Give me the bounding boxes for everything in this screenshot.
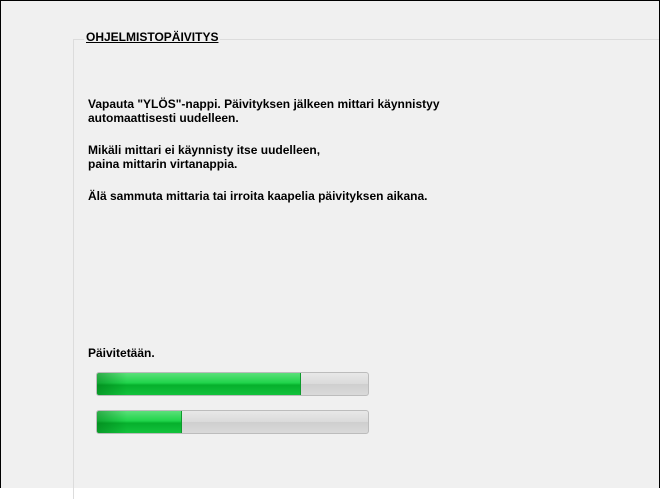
update-window: OHJELMISTOPÄIVITYS Vapauta "YLÖS"-nappi.…: [0, 0, 660, 499]
instruction-line-2: automaattisesti uudelleen.: [88, 111, 239, 125]
instruction-line-1: Vapauta "YLÖS"-nappi. Päivityksen jälkee…: [88, 97, 440, 111]
progress-bar-current: [96, 410, 369, 434]
instruction-line-4: paina mittarin virtanappia.: [88, 157, 238, 171]
progress-fill-overall: [97, 373, 302, 395]
progress-fill-current: [97, 411, 182, 433]
instruction-line-3: Mikäli mittari ei käynnisty itse uudelle…: [88, 143, 321, 157]
progress-bar-overall: [96, 372, 369, 396]
warning-text: Älä sammuta mittaria tai irroita kaapeli…: [88, 189, 428, 203]
status-label: Päivitetään.: [88, 346, 155, 360]
group-title: OHJELMISTOPÄIVITYS: [84, 30, 221, 44]
